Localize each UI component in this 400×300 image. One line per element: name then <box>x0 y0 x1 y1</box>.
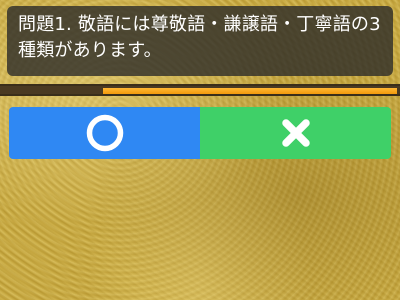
question-text: 問題1. 敬語には尊敬語・謙譲語・丁寧語の3種類があります。 <box>18 14 381 61</box>
true-button[interactable] <box>9 107 200 159</box>
answer-buttons <box>9 107 391 159</box>
false-button[interactable] <box>200 107 391 159</box>
timer-bar <box>0 84 400 96</box>
question-panel: 問題1. 敬語には尊敬語・謙譲語・丁寧語の3種類があります。 <box>7 6 393 76</box>
cross-icon <box>279 116 313 150</box>
circle-icon <box>85 113 125 153</box>
timer-bar-fill <box>103 88 397 94</box>
